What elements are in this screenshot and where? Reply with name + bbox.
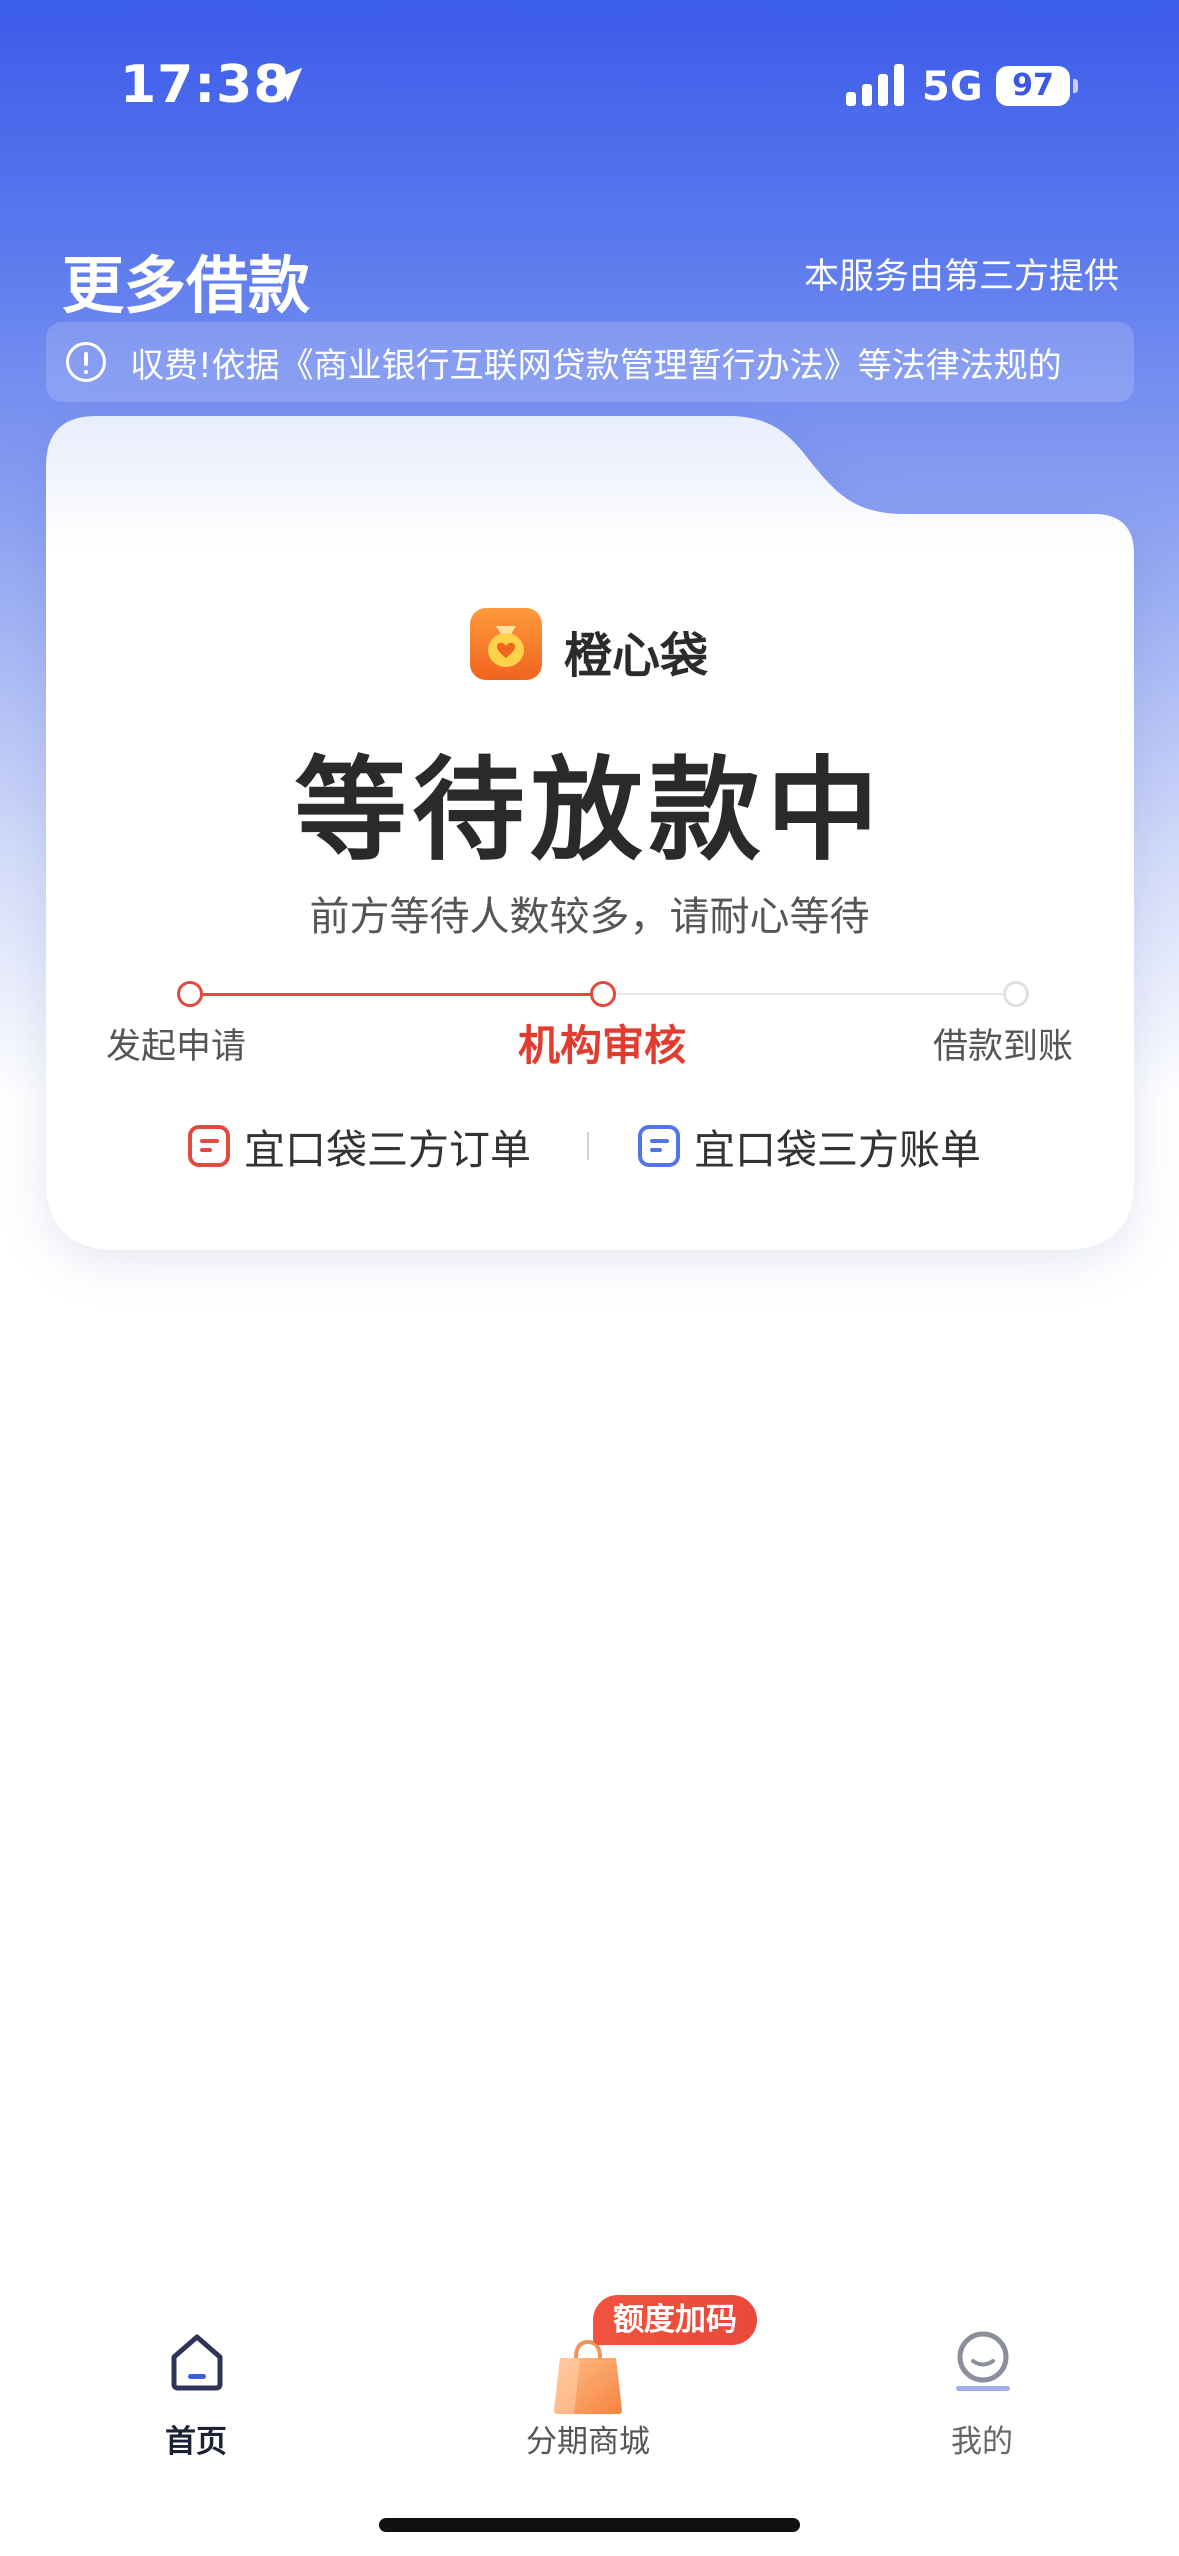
- cellular-signal-icon: [846, 64, 904, 106]
- third-party-bills-link[interactable]: 宜口袋三方账单: [638, 1118, 981, 1174]
- brand-name: 橙心袋: [564, 628, 709, 684]
- brand-logo-icon: [470, 608, 542, 680]
- provider-note: 本服务由第三方提供: [803, 257, 1119, 297]
- progress-line-completed: [190, 993, 603, 996]
- page-title: 更多借款: [62, 249, 311, 322]
- profile-icon: [956, 2331, 1010, 2391]
- tab-me-label: 我的: [951, 2424, 1013, 2460]
- step-dot-apply: [177, 981, 203, 1007]
- third-party-orders-link[interactable]: 宜口袋三方订单: [188, 1118, 531, 1174]
- bill-doc-icon: [638, 1125, 680, 1167]
- credit-boost-badge: 额度加码: [593, 2295, 757, 2345]
- notice-text: 収费!依据《商业银行互联网贷款管理暂行办法》等法律法规的: [130, 346, 1062, 386]
- tab-me[interactable]: 我的: [862, 2330, 1102, 2460]
- tab-home-label: 首页: [165, 2424, 227, 2460]
- notice-banner[interactable]: 収费!依据《商业银行互联网贷款管理暂行办法》等法律法规的: [46, 322, 1134, 402]
- battery-level: 97: [1012, 68, 1054, 103]
- loan-status-title: 等待放款中: [294, 746, 885, 876]
- progress-line-pending: [603, 993, 1016, 995]
- step-dot-review: [590, 981, 616, 1007]
- order-doc-icon: [188, 1125, 230, 1167]
- link-divider: [587, 1132, 589, 1160]
- step-label-apply: 发起申请: [106, 1027, 247, 1067]
- network-type: 5G: [922, 64, 983, 110]
- orders-link-label: 宜口袋三方订单: [244, 1126, 531, 1174]
- info-icon: [66, 342, 106, 382]
- tab-mall-label: 分期商城: [526, 2424, 650, 2460]
- home-indicator: [379, 2518, 800, 2532]
- step-label-review: 机构审核: [518, 1021, 687, 1070]
- loan-status-subtitle: 前方等待人数较多，请耐心等待: [309, 894, 870, 940]
- battery-icon: 97: [996, 66, 1078, 106]
- location-arrow-icon: [267, 67, 303, 103]
- step-dot-funded: [1003, 981, 1029, 1007]
- tab-home[interactable]: 首页: [76, 2330, 316, 2460]
- tab-installment-mall[interactable]: 分期商城: [468, 2330, 708, 2460]
- bills-link-label: 宜口袋三方账单: [694, 1126, 981, 1174]
- home-icon: [171, 2334, 223, 2391]
- shopping-bag-icon: [554, 2339, 622, 2414]
- step-label-funded: 借款到账: [932, 1027, 1073, 1067]
